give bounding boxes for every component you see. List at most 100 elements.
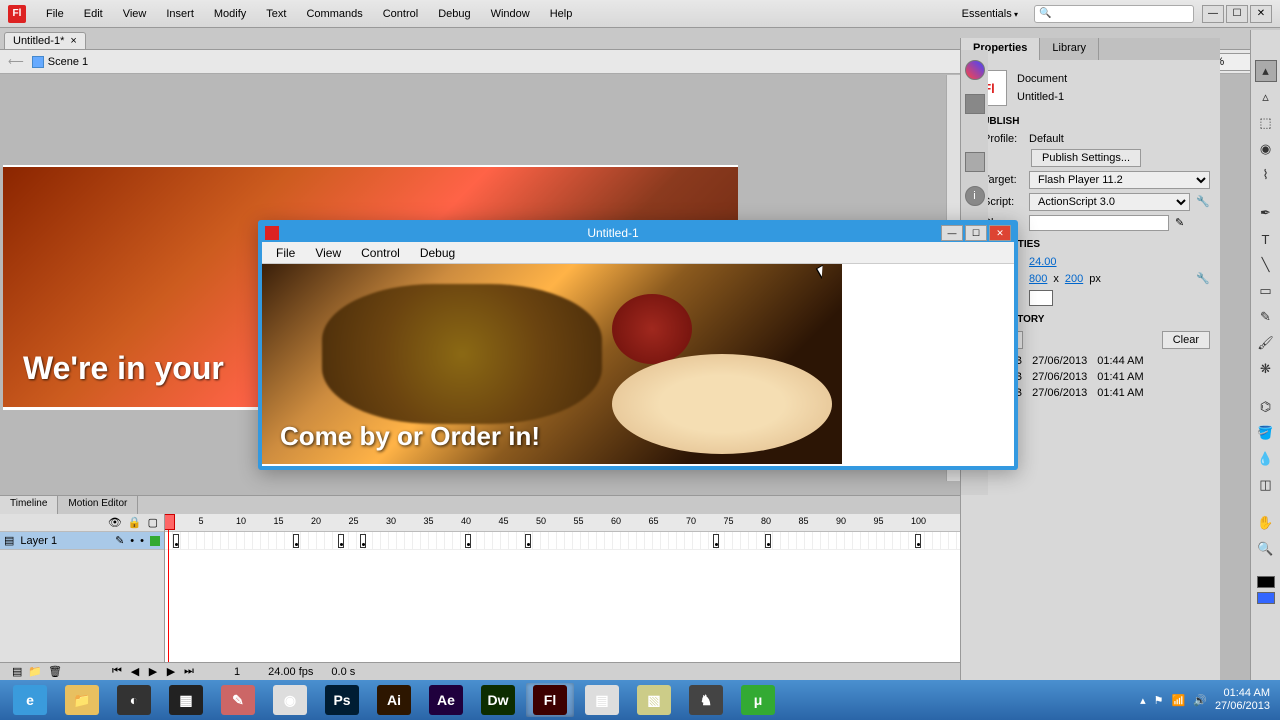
taskbar-app4[interactable]: ♞ — [682, 683, 730, 717]
target-select[interactable]: Flash Player 11.2 — [1029, 171, 1210, 189]
document-tab[interactable]: Untitled-1* × — [4, 32, 86, 49]
taskbar-photoshop[interactable]: Ps — [318, 683, 366, 717]
new-layer-icon[interactable]: ▤ — [12, 665, 22, 678]
taskbar-explorer[interactable]: 📁 — [58, 683, 106, 717]
dock-icon-color[interactable] — [965, 60, 985, 80]
layer-row[interactable]: ▤ Layer 1 ✎ • • — [0, 532, 164, 550]
size-settings-icon[interactable]: 🔧 — [1196, 272, 1210, 286]
brush-tool[interactable]: 🖌 — [1255, 332, 1277, 354]
stage-color-swatch[interactable] — [1029, 290, 1053, 306]
history-clear-button[interactable]: Clear — [1162, 331, 1210, 349]
taskbar-dreamweaver[interactable]: Dw — [474, 683, 522, 717]
subselection-tool[interactable]: ▵ — [1255, 86, 1277, 108]
layer-name[interactable]: Layer 1 — [20, 535, 109, 547]
step-back[interactable]: ◀ — [128, 665, 142, 679]
lock-column-icon[interactable]: 🔒 — [128, 516, 142, 529]
eyedropper-tool[interactable]: 💧 — [1255, 448, 1277, 470]
menu-modify[interactable]: Modify — [204, 4, 256, 24]
preview-maximize[interactable]: ☐ — [965, 225, 987, 241]
new-folder-icon[interactable]: 📁 — [28, 665, 42, 678]
step-forward[interactable]: ▶ — [164, 665, 178, 679]
line-tool[interactable]: ╲ — [1255, 254, 1277, 276]
swf-preview-window[interactable]: Untitled-1 — ☐ ✕ File View Control Debug… — [258, 220, 1018, 470]
bone-tool[interactable]: ⌬ — [1255, 396, 1277, 418]
system-tray[interactable]: ▴ ⚑ 📶 🔊 01:44 AM 27/06/2013 — [1140, 687, 1276, 713]
zoom-tool[interactable]: 🔍 — [1255, 538, 1277, 560]
class-edit-icon[interactable]: ✎ — [1175, 216, 1189, 230]
tray-network-icon[interactable]: 📶 — [1172, 694, 1186, 707]
keyframe[interactable] — [915, 534, 921, 548]
frame-ruler[interactable]: 1510152025303540455055606570758085909510… — [165, 514, 960, 532]
preview-menu-debug[interactable]: Debug — [410, 243, 465, 263]
text-tool[interactable]: T — [1255, 228, 1277, 250]
fill-color[interactable] — [1257, 592, 1275, 604]
preview-menu-file[interactable]: File — [266, 243, 305, 263]
menu-file[interactable]: File — [36, 4, 74, 24]
preview-titlebar[interactable]: Untitled-1 — ☐ ✕ — [261, 223, 1015, 243]
class-input[interactable] — [1029, 215, 1169, 231]
window-close[interactable]: ✕ — [1250, 5, 1272, 23]
scene-back-icon[interactable]: ⟵ — [8, 55, 24, 68]
taskbar-calc[interactable]: ▤ — [578, 683, 626, 717]
document-tab-close[interactable]: × — [70, 35, 76, 47]
playhead[interactable] — [168, 514, 169, 662]
taskbar-notes[interactable]: ▧ — [630, 683, 678, 717]
eraser-tool[interactable]: ◫ — [1255, 474, 1277, 496]
free-transform-tool[interactable]: ⬚ — [1255, 112, 1277, 134]
publish-settings-button[interactable]: Publish Settings... — [1031, 149, 1141, 167]
menu-edit[interactable]: Edit — [74, 4, 113, 24]
taskbar-illustrator[interactable]: Ai — [370, 683, 418, 717]
taskbar-ie[interactable]: e — [6, 683, 54, 717]
tab-library[interactable]: Library — [1040, 38, 1099, 60]
tray-up-icon[interactable]: ▴ — [1140, 694, 1146, 707]
menu-help[interactable]: Help — [540, 4, 583, 24]
layer-outline-swatch[interactable] — [150, 536, 160, 546]
keyframe[interactable] — [713, 534, 719, 548]
taskbar-aftereffects[interactable]: Ae — [422, 683, 470, 717]
lasso-tool[interactable]: ⌇ — [1255, 164, 1277, 186]
keyframe[interactable] — [525, 534, 531, 548]
delete-layer-icon[interactable]: 🗑 — [48, 665, 62, 678]
outline-column-icon[interactable]: ▢ — [148, 516, 158, 529]
layer-lock-dot[interactable]: • — [140, 535, 144, 547]
taskbar-utorrent[interactable]: μ — [734, 683, 782, 717]
taskbar-app3[interactable]: ✎ — [214, 683, 262, 717]
tab-timeline[interactable]: Timeline — [0, 496, 58, 514]
current-frame[interactable]: 1 — [234, 666, 240, 678]
menu-debug[interactable]: Debug — [428, 4, 480, 24]
goto-first-frame[interactable]: ⏮ — [110, 665, 124, 679]
tab-motion-editor[interactable]: Motion Editor — [58, 496, 138, 514]
workspace-switcher[interactable]: Essentials — [954, 4, 1026, 24]
rectangle-tool[interactable]: ▭ — [1255, 280, 1277, 302]
menu-control[interactable]: Control — [373, 4, 428, 24]
dock-icon-align[interactable] — [965, 152, 985, 172]
3d-rotation-tool[interactable]: ◉ — [1255, 138, 1277, 160]
preview-menu-view[interactable]: View — [305, 243, 351, 263]
frames-row[interactable] — [165, 532, 960, 550]
paint-bucket-tool[interactable]: 🪣 — [1255, 422, 1277, 444]
script-settings-icon[interactable]: 🔧 — [1196, 195, 1210, 209]
size-height[interactable]: 200 — [1065, 273, 1083, 285]
tray-flag-icon[interactable]: ⚑ — [1154, 694, 1164, 707]
preview-minimize[interactable]: — — [941, 225, 963, 241]
scene-name[interactable]: Scene 1 — [48, 56, 88, 68]
dock-icon-swatches[interactable] — [965, 94, 985, 114]
taskbar-app1[interactable]: ◐ — [110, 683, 158, 717]
keyframe[interactable] — [360, 534, 366, 548]
help-search[interactable]: 🔍 — [1034, 5, 1194, 23]
menu-commands[interactable]: Commands — [296, 4, 372, 24]
keyframe[interactable] — [465, 534, 471, 548]
script-select[interactable]: ActionScript 3.0 — [1029, 193, 1190, 211]
keyframe[interactable] — [173, 534, 179, 548]
taskbar-chrome[interactable]: ◉ — [266, 683, 314, 717]
fps-value[interactable]: 24.00 — [1029, 256, 1057, 268]
goto-last-frame[interactable]: ⏭ — [182, 665, 196, 679]
preview-close[interactable]: ✕ — [989, 225, 1011, 241]
visibility-column-icon[interactable]: 👁 — [108, 516, 122, 529]
keyframe[interactable] — [293, 534, 299, 548]
menu-text[interactable]: Text — [256, 4, 296, 24]
dock-icon-info[interactable]: i — [965, 186, 985, 206]
taskbar-clock[interactable]: 01:44 AM 27/06/2013 — [1215, 687, 1270, 713]
pen-tool[interactable]: ✒ — [1255, 202, 1277, 224]
window-minimize[interactable]: — — [1202, 5, 1224, 23]
